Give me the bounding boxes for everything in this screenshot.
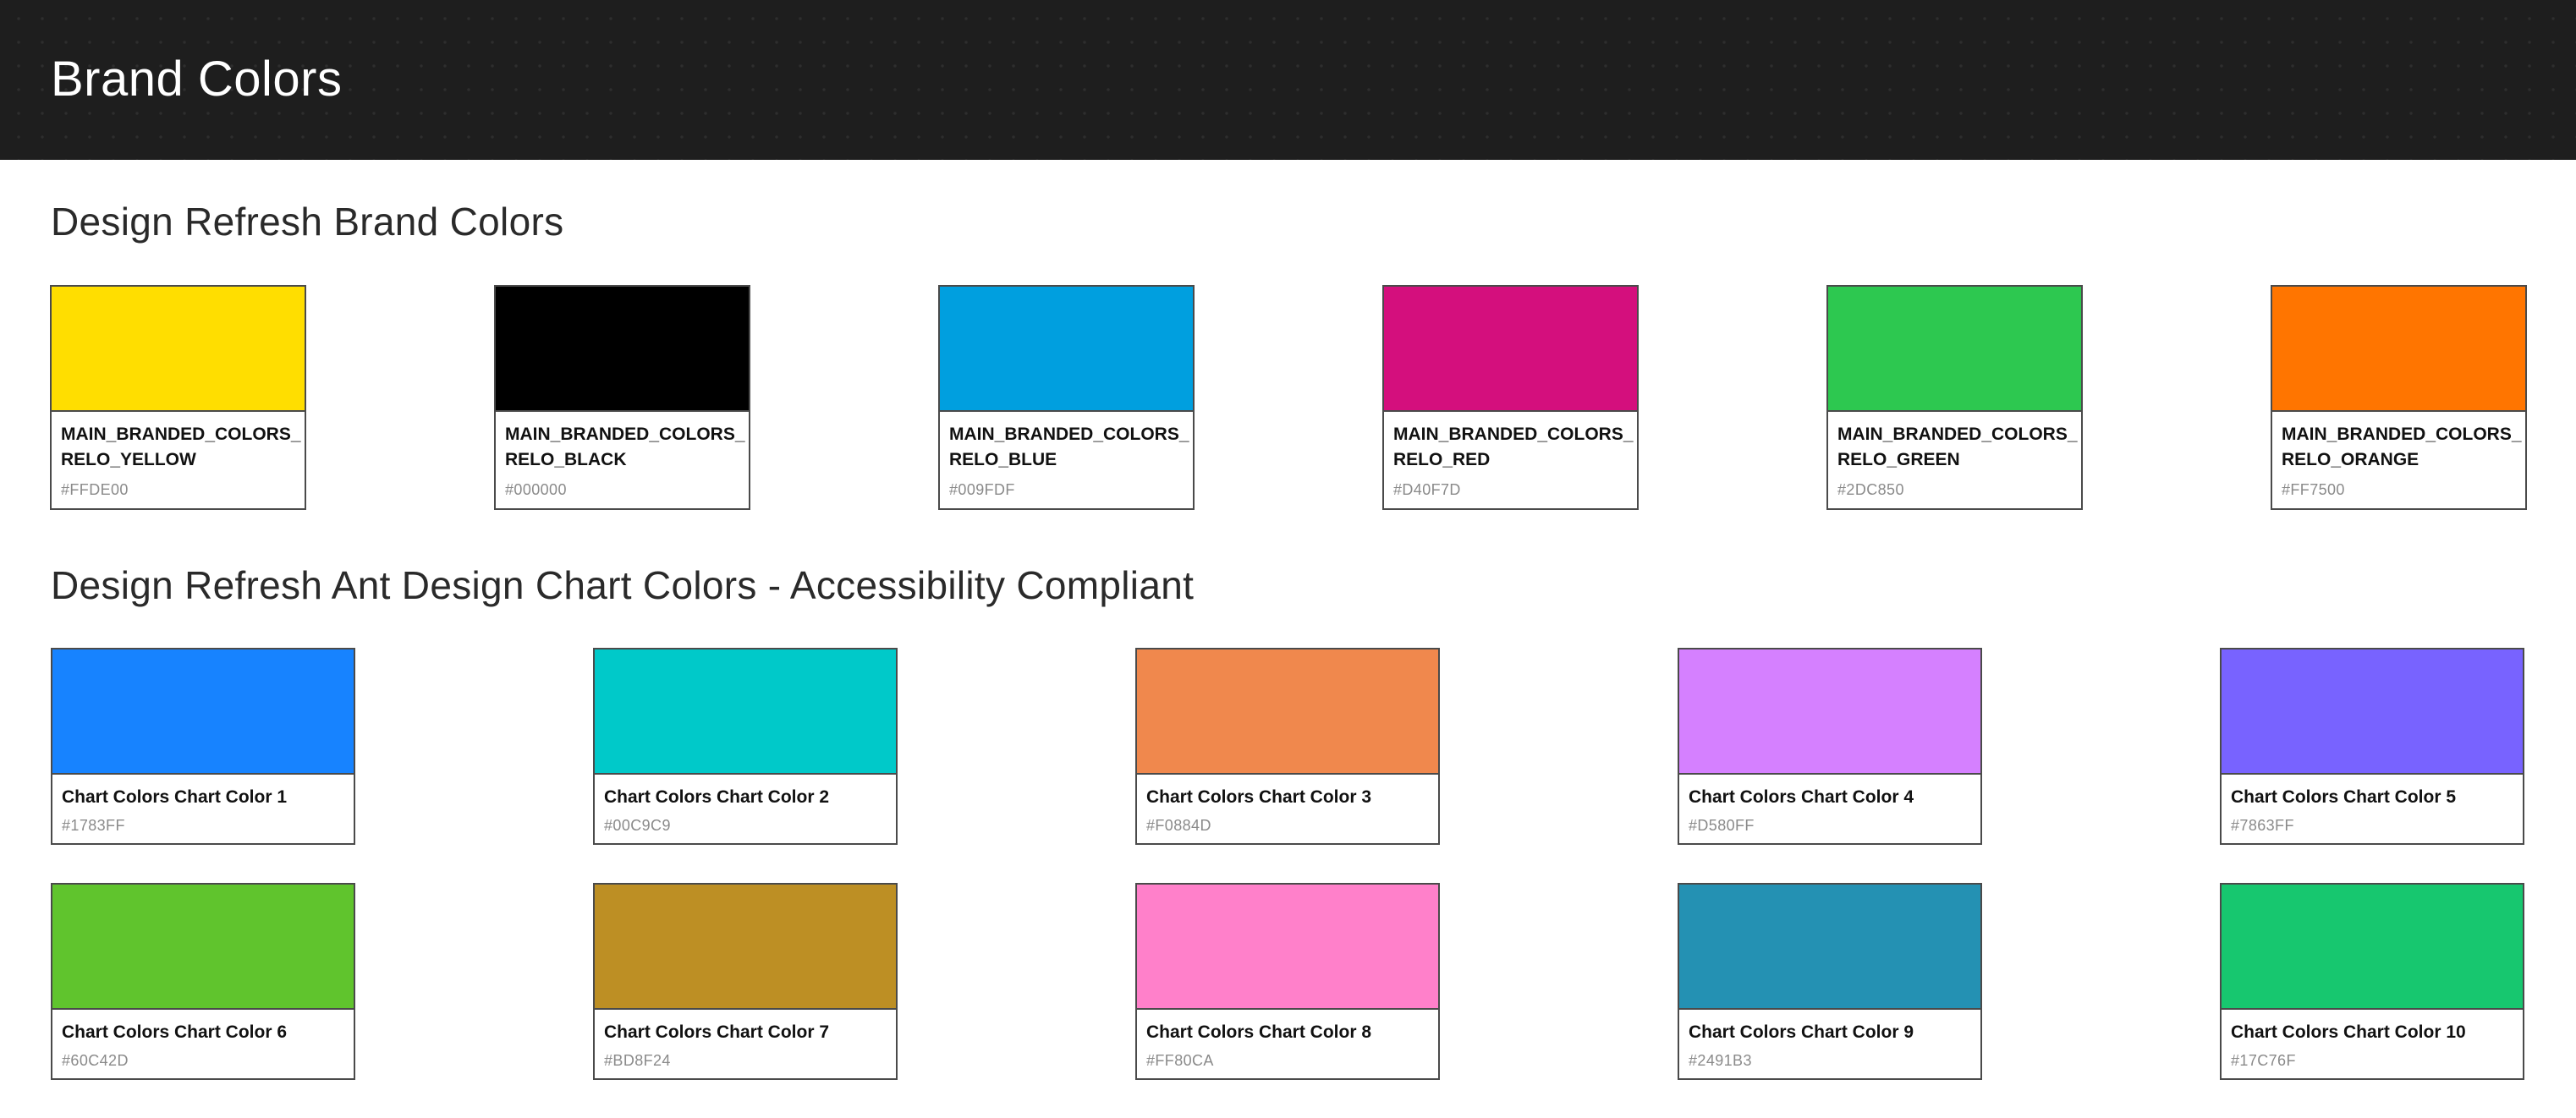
page-title: Brand Colors xyxy=(51,52,343,107)
color-name: Chart Colors Chart Color 1 xyxy=(62,787,288,807)
color-hex: #F0884D xyxy=(1146,817,1211,834)
color-swatch xyxy=(2272,287,2525,412)
color-swatch xyxy=(52,885,354,1010)
color-hex: #009FDF xyxy=(949,481,1015,498)
color-swatch xyxy=(595,885,896,1010)
color-swatch xyxy=(940,287,1193,412)
chart-color-card: Chart Colors Chart Color 6 #60C42D xyxy=(51,883,355,1080)
color-name: Chart Colors Chart Color 6 xyxy=(62,1022,288,1042)
color-name: Chart Colors Chart Color 9 xyxy=(1689,1022,1914,1042)
chart-colors-section-title: Design Refresh Ant Design Chart Colors -… xyxy=(51,563,1195,607)
chart-color-card: Chart Colors Chart Color 7 #BD8F24 xyxy=(593,883,898,1080)
chart-color-card: Chart Colors Chart Color 3 #F0884D xyxy=(1135,648,1440,845)
color-swatch xyxy=(2222,885,2523,1010)
color-name: Chart Colors Chart Color 7 xyxy=(604,1022,830,1042)
color-name: Chart Colors Chart Color 5 xyxy=(2231,787,2457,807)
chart-color-card: Chart Colors Chart Color 8 #FF80CA xyxy=(1135,883,1440,1080)
color-hex: #60C42D xyxy=(62,1052,129,1069)
color-hex: #D580FF xyxy=(1689,817,1755,834)
chart-color-card: Chart Colors Chart Color 4 #D580FF xyxy=(1678,648,1982,845)
brand-colors-section-title: Design Refresh Brand Colors xyxy=(51,200,564,244)
brand-color-card: MAIN_BRANDED_COLORS_ RELO_BLACK #000000 xyxy=(494,285,750,510)
color-hex: #FF80CA xyxy=(1146,1052,1214,1069)
color-hex: #FFDE00 xyxy=(61,481,129,498)
brand-color-card: MAIN_BRANDED_COLORS_ RELO_BLUE #009FDF xyxy=(938,285,1195,510)
color-hex: #7863FF xyxy=(2231,817,2294,834)
color-swatch xyxy=(1679,885,1980,1010)
color-swatch xyxy=(595,649,896,775)
color-swatch xyxy=(1137,885,1438,1010)
color-hex: #2491B3 xyxy=(1689,1052,1752,1069)
chart-color-card: Chart Colors Chart Color 10 #17C76F xyxy=(2220,883,2524,1080)
page-header: Brand Colors xyxy=(0,0,2576,160)
color-hex: #2DC850 xyxy=(1837,481,1904,498)
color-hex: #D40F7D xyxy=(1393,481,1461,498)
chart-color-card: Chart Colors Chart Color 5 #7863FF xyxy=(2220,648,2524,845)
color-name: MAIN_BRANDED_COLORS_ RELO_ORANGE xyxy=(2282,425,2522,469)
brand-color-card: MAIN_BRANDED_COLORS_ RELO_ORANGE #FF7500 xyxy=(2271,285,2527,510)
color-name: Chart Colors Chart Color 4 xyxy=(1689,787,1914,807)
chart-color-card: Chart Colors Chart Color 9 #2491B3 xyxy=(1678,883,1982,1080)
color-hex: #17C76F xyxy=(2231,1052,2296,1069)
chart-color-card: Chart Colors Chart Color 2 #00C9C9 xyxy=(593,648,898,845)
color-swatch xyxy=(1679,649,1980,775)
color-hex: #000000 xyxy=(505,481,567,498)
color-name: Chart Colors Chart Color 10 xyxy=(2231,1022,2466,1042)
color-name: Chart Colors Chart Color 2 xyxy=(604,787,830,807)
color-name: MAIN_BRANDED_COLORS_ RELO_YELLOW xyxy=(61,425,301,469)
color-name: MAIN_BRANDED_COLORS_ RELO_GREEN xyxy=(1837,425,2078,469)
color-name: MAIN_BRANDED_COLORS_ RELO_BLACK xyxy=(505,425,745,469)
brand-color-card: MAIN_BRANDED_COLORS_ RELO_RED #D40F7D xyxy=(1382,285,1639,510)
brand-color-card: MAIN_BRANDED_COLORS_ RELO_GREEN #2DC850 xyxy=(1826,285,2083,510)
color-name: MAIN_BRANDED_COLORS_ RELO_RED xyxy=(1393,425,1634,469)
color-swatch xyxy=(1137,649,1438,775)
color-name: MAIN_BRANDED_COLORS_ RELO_BLUE xyxy=(949,425,1189,469)
chart-color-card: Chart Colors Chart Color 1 #1783FF xyxy=(51,648,355,845)
color-swatch xyxy=(52,287,305,412)
color-swatch xyxy=(496,287,749,412)
color-swatch xyxy=(1384,287,1637,412)
color-hex: #1783FF xyxy=(62,817,125,834)
color-hex: #FF7500 xyxy=(2282,481,2345,498)
color-hex: #00C9C9 xyxy=(604,817,671,834)
color-name: Chart Colors Chart Color 8 xyxy=(1146,1022,1372,1042)
brand-color-card: MAIN_BRANDED_COLORS_ RELO_YELLOW #FFDE00 xyxy=(50,285,306,510)
color-hex: #BD8F24 xyxy=(604,1052,671,1069)
color-swatch xyxy=(2222,649,2523,775)
color-swatch xyxy=(52,649,354,775)
color-swatch xyxy=(1828,287,2081,412)
color-name: Chart Colors Chart Color 3 xyxy=(1146,787,1372,807)
